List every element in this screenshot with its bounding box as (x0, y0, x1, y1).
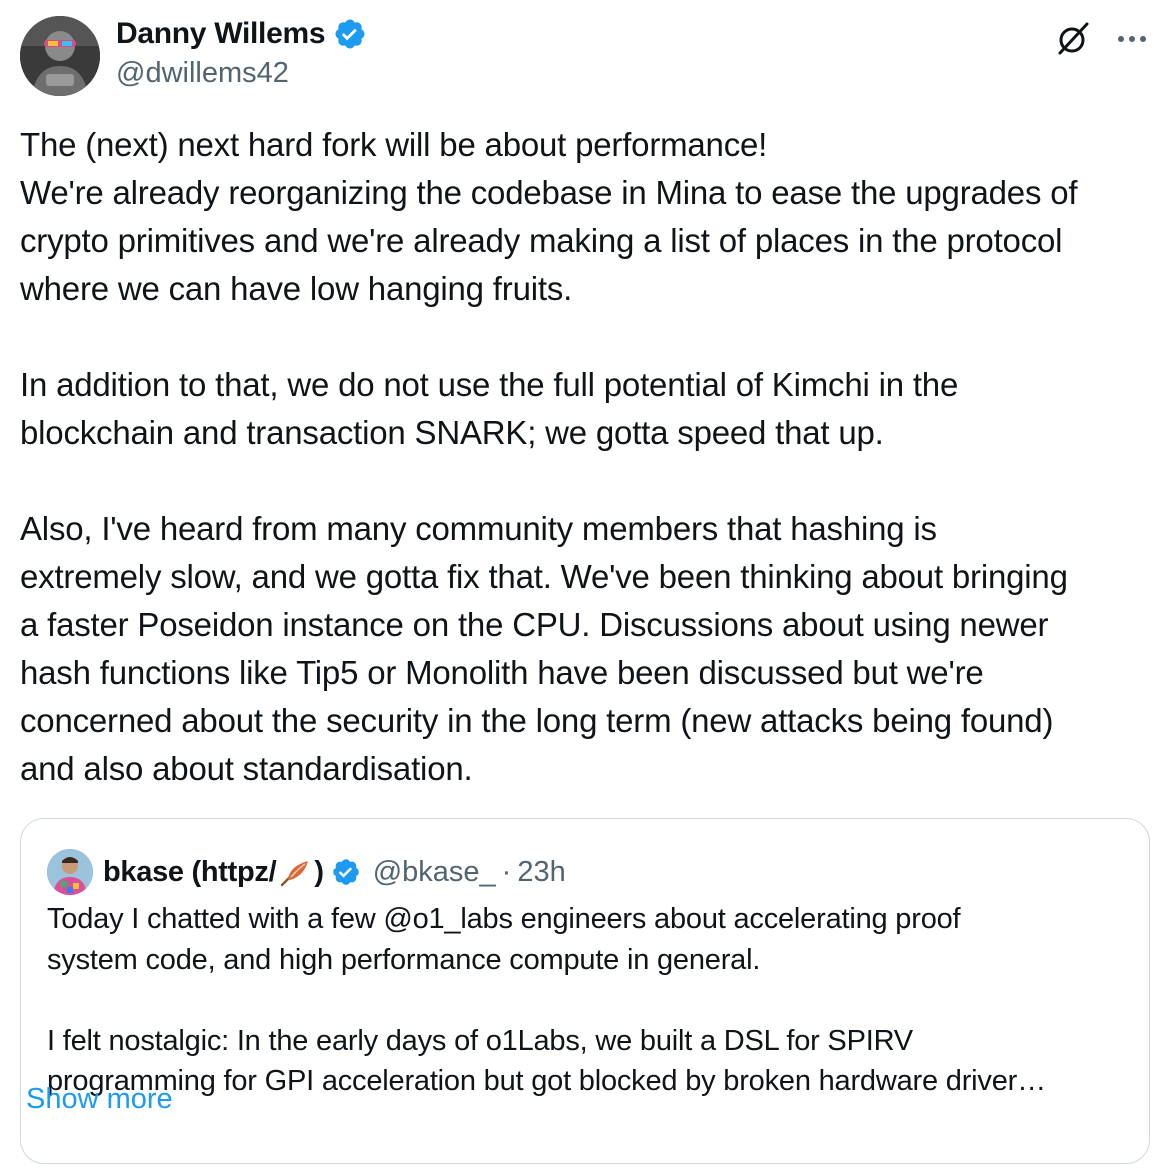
author-name[interactable]: Danny Willems (116, 17, 326, 51)
verified-badge-icon[interactable] (333, 17, 367, 51)
quoted-blank-line (47, 980, 1137, 1021)
more-options-icon[interactable] (1112, 20, 1152, 58)
tweet-blank-line (20, 313, 1160, 361)
tweet-line: crypto primitives and we're already maki… (20, 222, 1063, 259)
feather-emoji-icon (278, 858, 312, 888)
quoted-text: Today I chatted with a few @o1_labs engi… (47, 899, 1137, 1102)
quoted-name-prefix: bkase (httpz/ (103, 855, 277, 888)
tweet-line: concerned about the security in the long… (20, 702, 1054, 739)
quoted-line: I felt nostalgic: In the early days of o… (47, 1024, 913, 1057)
author-name-row[interactable]: Danny Willems (116, 17, 367, 51)
tweet-line: a faster Poseidon instance on the CPU. D… (20, 606, 1049, 643)
quoted-timestamp[interactable]: 23h (517, 856, 565, 889)
tweet-line: and also about standardisation. (20, 750, 473, 787)
tweet-line: In addition to that, we do not use the f… (20, 366, 959, 403)
quoted-name-suffix: ) (314, 855, 324, 888)
tweet-line: We're already reorganizing the codebase … (20, 174, 1078, 211)
tweet-line: The (next) next hard fork will be about … (20, 126, 768, 163)
show-more-link[interactable]: Show more (26, 1083, 173, 1116)
quoted-author-name[interactable]: bkase (httpz/ ) (103, 856, 324, 889)
quoted-header: bkase (httpz/ ) @bkase_ · 23h (103, 849, 566, 895)
tweet-header: Danny Willems @dwillems42 (20, 14, 1152, 96)
quoted-avatar[interactable] (47, 849, 93, 895)
verified-badge-icon[interactable] (331, 857, 361, 887)
tweet-line: extremely slow, and we gotta fix that. W… (20, 558, 1068, 595)
quoted-line: system code, and high performance comput… (47, 943, 761, 976)
author-handle[interactable]: @dwillems42 (116, 57, 289, 90)
quoted-avatar-image (47, 849, 93, 895)
tweet-line: where we can have low hanging fruits. (20, 270, 573, 307)
avatar[interactable] (20, 16, 100, 96)
tweet-blank-line (20, 457, 1160, 505)
quoted-tweet[interactable]: bkase (httpz/ ) @bkase_ · 23h Today I ch… (20, 818, 1150, 1164)
quoted-line: Today I chatted with a few @o1_labs engi… (47, 903, 961, 935)
quoted-handle[interactable]: @bkase_ (373, 856, 496, 889)
quoted-separator: · (501, 855, 512, 888)
quoted-line: programming for GPI acceleration but got… (47, 1065, 1046, 1097)
tweet-line: hash functions like Tip5 or Monolith hav… (20, 654, 984, 691)
avatar-image (20, 16, 100, 96)
tweet-text: The (next) next hard fork will be about … (20, 121, 1160, 793)
grok-icon[interactable] (1054, 20, 1092, 58)
tweet: Danny Willems @dwillems42 The (next) nex… (0, 0, 1172, 1174)
tweet-line: Also, I've heard from many community mem… (20, 510, 937, 547)
tweet-line: blockchain and transaction SNARK; we got… (20, 414, 884, 451)
